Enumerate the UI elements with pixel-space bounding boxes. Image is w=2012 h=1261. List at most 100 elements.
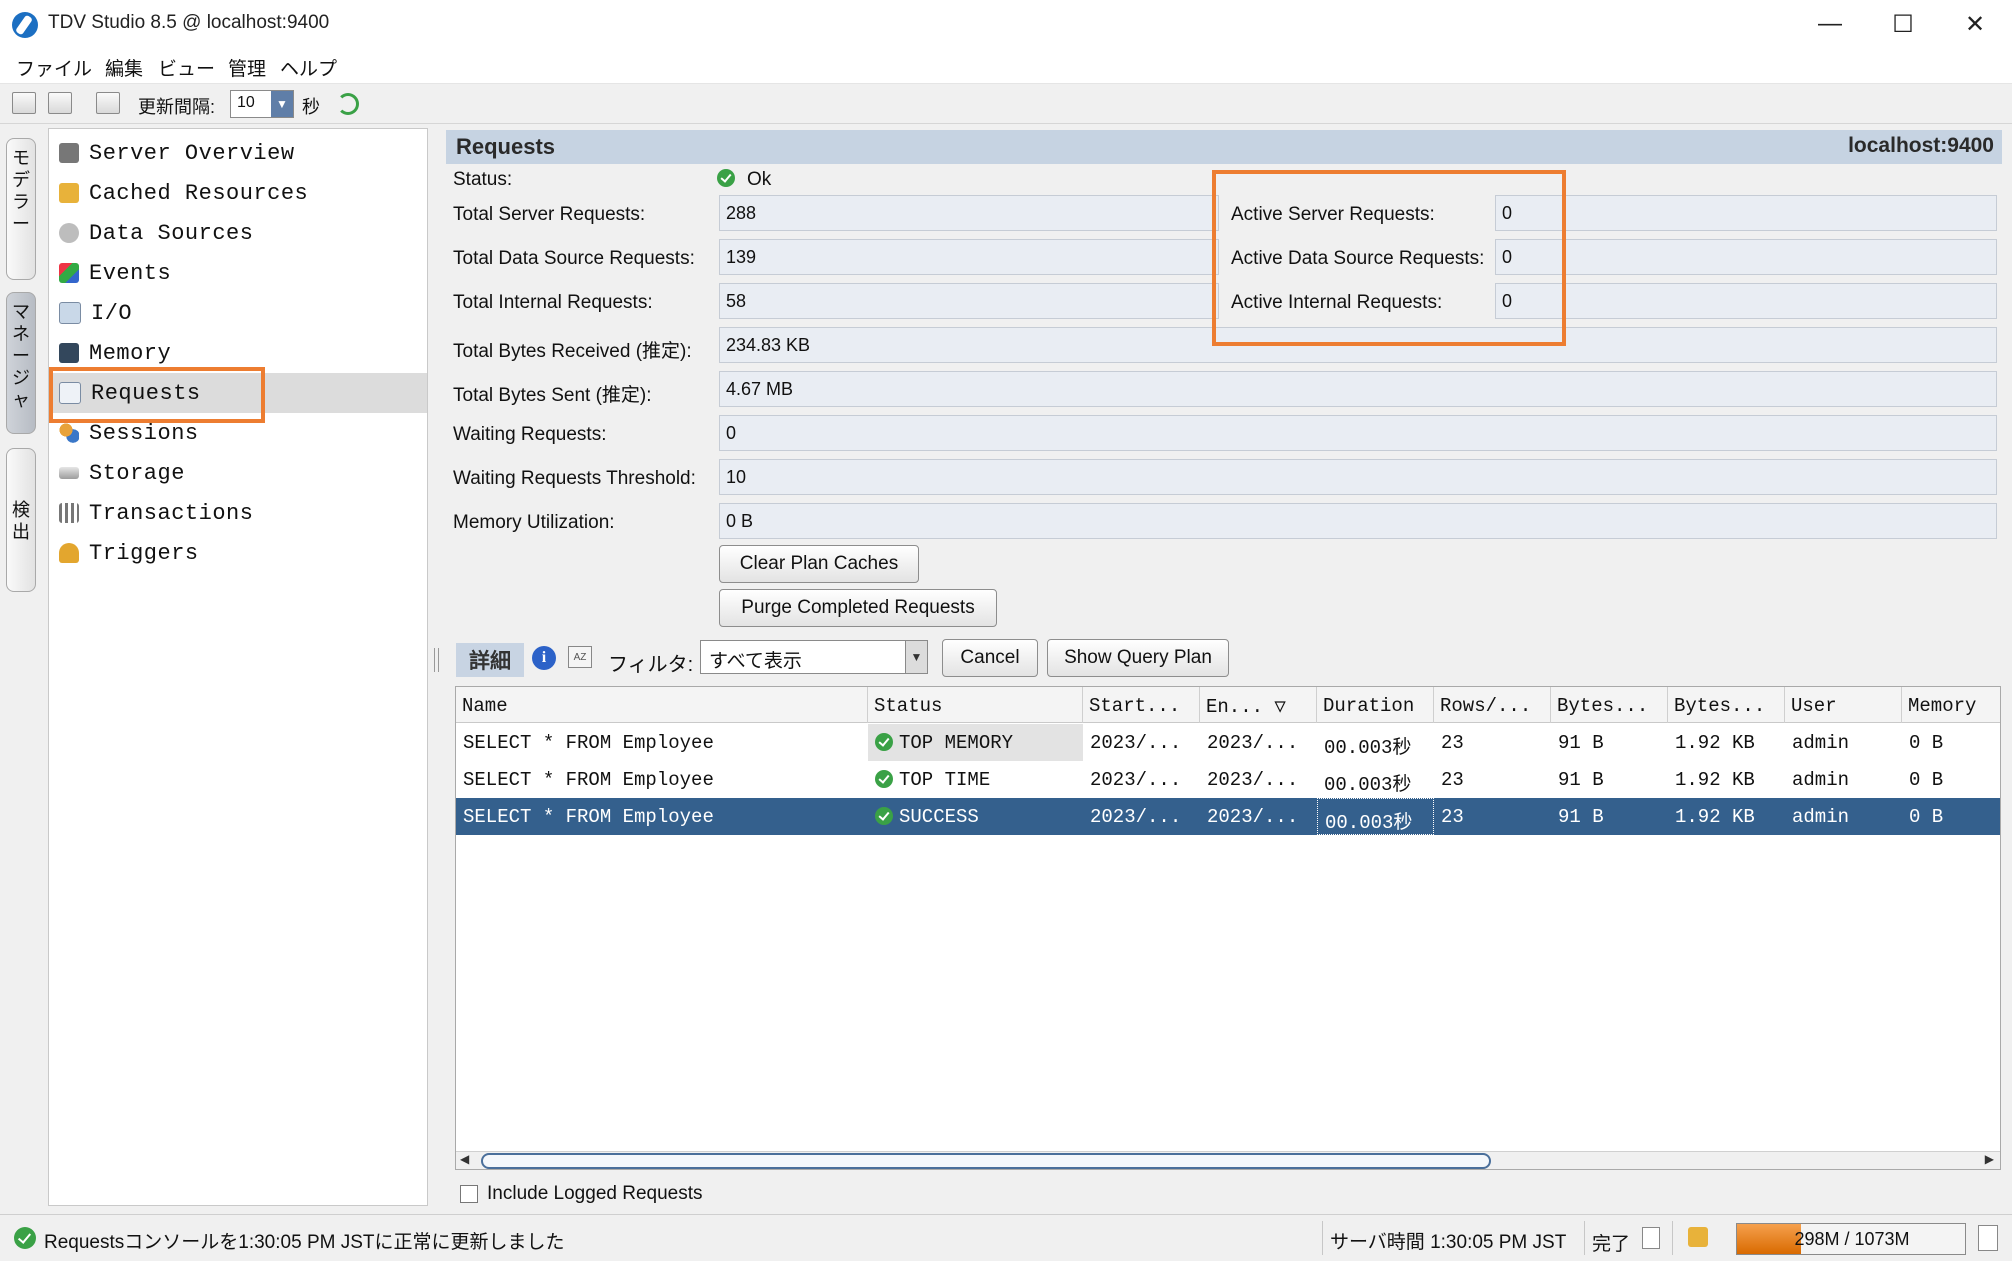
refresh-icon[interactable] [337, 93, 359, 115]
detail-tab[interactable]: 詳細 [456, 643, 524, 677]
column-header-status[interactable]: Status [868, 687, 1083, 723]
chevron-down-icon[interactable]: ▼ [271, 91, 293, 117]
lock-icon[interactable] [1688, 1227, 1708, 1247]
ok-icon [875, 733, 893, 751]
column-header-bytes-in[interactable]: Bytes... [1551, 687, 1668, 723]
nav-item-label: Events [89, 260, 172, 286]
nav-item-storage[interactable]: Storage [49, 453, 427, 493]
refresh-interval-select[interactable]: 10 ▼ [230, 90, 294, 118]
divider [1672, 1221, 1673, 1255]
window-title: TDV Studio 8.5 @ localhost:9400 [48, 12, 330, 33]
divider [1322, 1221, 1323, 1255]
splitter-handle[interactable] [432, 128, 440, 1206]
panels-icon[interactable] [48, 92, 72, 114]
cell-status-text: TOP TIME [899, 769, 991, 791]
nav-item-triggers[interactable]: Triggers [49, 533, 427, 573]
memory-usage-bar[interactable]: 298M / 1073M [1736, 1223, 1966, 1255]
cell-start: 2023/... [1090, 806, 1182, 828]
refresh-interval-label: 更新間隔: [138, 97, 216, 117]
field-label: Total Internal Requests: [453, 292, 653, 313]
cell-rows: 23 [1441, 769, 1464, 791]
minimize-button[interactable]: — [1795, 0, 1865, 48]
close-button[interactable]: ✕ [1940, 0, 2010, 48]
users-icon [59, 423, 79, 443]
io-icon [59, 302, 81, 324]
nav-item-cached-resources[interactable]: Cached Resources [49, 173, 427, 213]
info-icon[interactable]: i [532, 646, 556, 670]
table-row-selected[interactable]: SELECT * FROM Employee SUCCESS 2023/... … [456, 798, 2000, 835]
cell-bytes-out: 1.92 KB [1675, 806, 1755, 828]
chevron-down-icon[interactable]: ▼ [905, 641, 927, 673]
clock-icon[interactable] [96, 92, 120, 114]
memory-utilization-field: 0 B [719, 503, 1997, 539]
toolbar: 更新間隔: 10 ▼ 秒 [0, 84, 2012, 124]
column-header-duration[interactable]: Duration [1317, 687, 1434, 723]
nav-item-label: Memory [89, 340, 172, 366]
active-server-requests-field: 0 [1495, 195, 1997, 231]
nav-item-io[interactable]: I/O [49, 293, 427, 333]
nav-item-label: Sessions [89, 420, 199, 446]
menu-help[interactable]: ヘルプ [280, 54, 337, 81]
table-row[interactable]: SELECT * FROM Employee TOP MEMORY 2023/.… [456, 724, 2000, 761]
purge-completed-requests-button[interactable]: Purge Completed Requests [719, 589, 997, 627]
menu-manage[interactable]: 管理 [228, 54, 266, 81]
column-header-start[interactable]: Start... [1083, 687, 1200, 723]
cancel-button[interactable]: Cancel [942, 639, 1038, 677]
document-check-icon[interactable] [1642, 1227, 1660, 1249]
column-header-memory[interactable]: Memory [1902, 687, 2000, 723]
cell-start: 2023/... [1090, 769, 1182, 791]
table-row[interactable]: SELECT * FROM Employee TOP TIME 2023/...… [456, 761, 2000, 798]
cell-end: 2023/... [1207, 732, 1299, 754]
column-header-user[interactable]: User [1785, 687, 1902, 723]
events-icon [59, 263, 79, 283]
filter-label: フィルタ: [608, 654, 694, 676]
cell-duration: 00.003秒 [1324, 774, 1412, 796]
cell-status-text: SUCCESS [899, 806, 979, 828]
tab-modeler[interactable]: モデラー [6, 138, 36, 280]
maximize-button[interactable]: ☐ [1868, 0, 1938, 48]
storage-icon [59, 467, 79, 479]
column-header-rows[interactable]: Rows/... [1434, 687, 1551, 723]
menu-file[interactable]: ファイル [16, 54, 92, 81]
show-query-plan-button[interactable]: Show Query Plan [1047, 639, 1229, 677]
filter-select[interactable]: すべて表示 ▼ [700, 640, 928, 674]
column-header-name[interactable]: Name [456, 687, 868, 723]
sort-icon[interactable]: AZ [568, 646, 592, 668]
include-logged-label: Include Logged Requests [487, 1183, 703, 1204]
panel-host: localhost:9400 [1848, 134, 1994, 157]
scroll-right-icon[interactable]: ▶ [1985, 1152, 1994, 1166]
nav-item-transactions[interactable]: Transactions [49, 493, 427, 533]
field-label: Waiting Requests Threshold: [453, 468, 696, 489]
nav-item-events[interactable]: Events [49, 253, 427, 293]
menu-edit[interactable]: 編集 [105, 54, 143, 81]
scroll-left-icon[interactable]: ◀ [460, 1152, 469, 1166]
cell-status: SUCCESS [868, 798, 1083, 835]
field-label: Total Bytes Sent (推定): [453, 385, 652, 406]
cell-bytes-out: 1.92 KB [1675, 732, 1755, 754]
clear-plan-caches-button[interactable]: Clear Plan Caches [719, 545, 919, 583]
ok-icon [875, 807, 893, 825]
cell-bytes-out: 1.92 KB [1675, 769, 1755, 791]
requests-table: Name Status Start... En... ▽ Duration Ro… [455, 686, 2001, 1170]
nav-item-label: Storage [89, 460, 185, 486]
total-data-source-requests-field: 139 [719, 239, 1219, 275]
tab-manager[interactable]: マネージャ [6, 292, 36, 434]
refresh-unit-label: 秒 [302, 97, 320, 117]
cell-status: TOP TIME [868, 761, 1083, 798]
nav-item-data-sources[interactable]: Data Sources [49, 213, 427, 253]
trash-icon[interactable] [1978, 1225, 1998, 1251]
scrollbar-thumb[interactable] [481, 1153, 1491, 1169]
column-header-end[interactable]: En... ▽ [1200, 687, 1317, 723]
refresh-interval-value: 10 [237, 94, 255, 111]
menu-view[interactable]: ビュー [158, 54, 215, 81]
column-header-bytes-out[interactable]: Bytes... [1668, 687, 1785, 723]
tab-discovery[interactable]: 検出 [6, 448, 36, 592]
cell-end: 2023/... [1207, 806, 1299, 828]
waiting-requests-field: 0 [719, 415, 1997, 451]
screenshot-icon[interactable] [12, 92, 36, 114]
include-logged-checkbox[interactable] [460, 1185, 478, 1203]
horizontal-scrollbar[interactable]: ◀ ▶ [456, 1151, 2000, 1169]
nav-item-server-overview[interactable]: Server Overview [49, 133, 427, 173]
memory-usage-text: 298M / 1073M [1794, 1229, 1910, 1249]
status-label: Status: [453, 169, 513, 190]
